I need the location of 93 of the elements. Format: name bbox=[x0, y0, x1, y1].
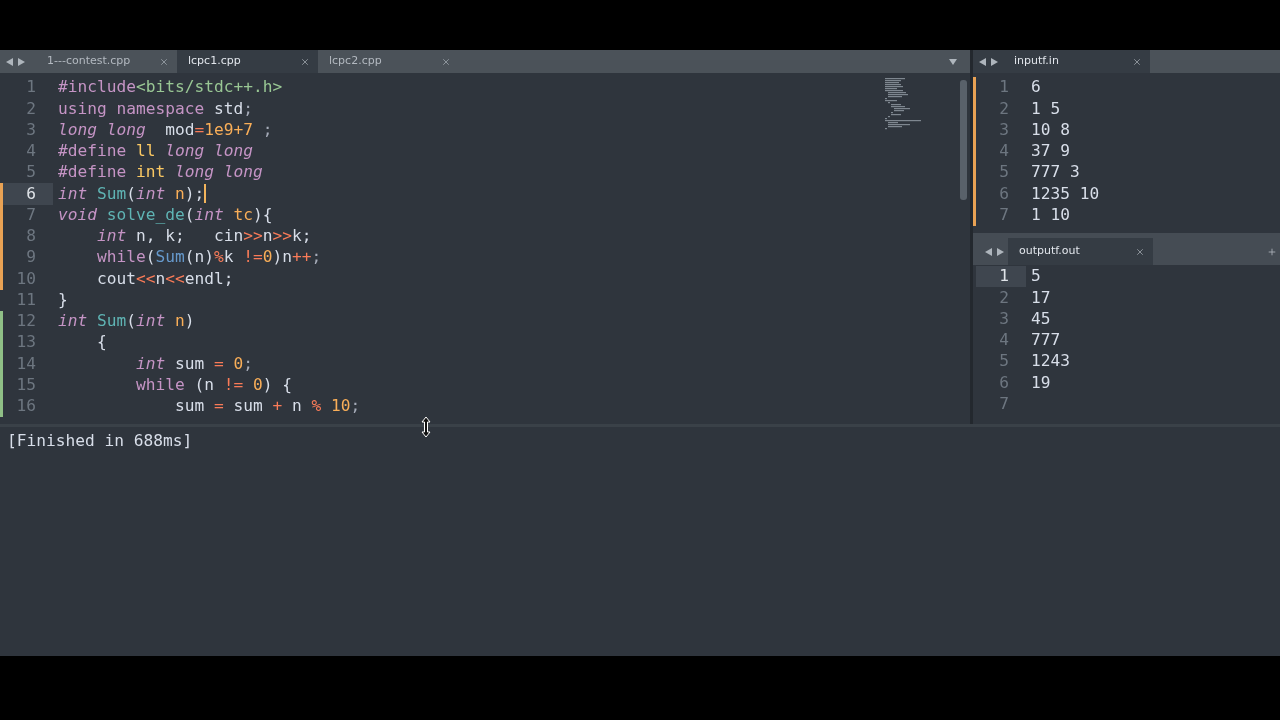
text-line: 5 bbox=[1031, 265, 1041, 288]
output-file-editor[interactable]: 1 2 3 4 5 6 7 5 17 45 777 1243 19 bbox=[973, 265, 1280, 424]
line-number: 13 bbox=[15, 332, 37, 354]
next-tab-button[interactable] bbox=[991, 57, 998, 66]
next-tab-button[interactable] bbox=[18, 57, 25, 66]
line-number: 15 bbox=[15, 374, 37, 396]
text-line: 777 3 bbox=[1031, 161, 1080, 184]
triangle-right-icon bbox=[991, 57, 998, 66]
line-number: 10 bbox=[15, 268, 37, 290]
line-number: 5 bbox=[998, 351, 1010, 373]
text-line: 45 bbox=[1031, 308, 1051, 330]
text-line: 19 bbox=[1031, 371, 1051, 394]
code-line: int n, k; cin>>n>>k; bbox=[96, 225, 312, 248]
line-number: 4 bbox=[998, 140, 1010, 162]
close-tab-button[interactable] bbox=[300, 56, 310, 67]
code-line: while (n != 0) { bbox=[135, 374, 292, 396]
editor-tab[interactable]: inputf.in bbox=[1003, 50, 1150, 73]
build-result-text: [Finished in 688ms] bbox=[7, 430, 193, 451]
previous-tab-button[interactable] bbox=[6, 57, 13, 66]
code-line: cout<<n<<endl; bbox=[96, 267, 234, 290]
text-line: 1 5 bbox=[1031, 97, 1061, 120]
line-number: 2 bbox=[998, 287, 1010, 309]
line-number: 3 bbox=[25, 119, 37, 141]
line-number: 11 bbox=[15, 289, 37, 311]
line-number: 1 bbox=[25, 77, 37, 99]
close-tab-button[interactable] bbox=[441, 56, 451, 67]
previous-tab-button[interactable] bbox=[985, 247, 992, 256]
line-number: 9 bbox=[25, 247, 37, 269]
close-tab-button[interactable] bbox=[1135, 246, 1145, 257]
text-line: 17 bbox=[1031, 286, 1051, 309]
line-number: 4 bbox=[998, 329, 1010, 351]
code-line: long long mod=1e9+7 ; bbox=[58, 119, 273, 141]
code-line: void solve_de(int tc){ bbox=[58, 204, 273, 226]
previous-tab-button[interactable] bbox=[979, 57, 986, 66]
line-number: 6 bbox=[998, 183, 1010, 205]
code-editor[interactable] bbox=[0, 73, 970, 424]
triangle-right-icon bbox=[18, 57, 25, 66]
editor-tab[interactable]: outputf.out bbox=[1008, 238, 1153, 265]
triangle-right-icon bbox=[997, 247, 1004, 256]
line-number: 5 bbox=[998, 162, 1010, 184]
text-line: 1 10 bbox=[1031, 204, 1070, 226]
close-icon bbox=[1132, 56, 1142, 67]
line-number: 1 bbox=[998, 77, 1010, 99]
text-line: 6 bbox=[1031, 76, 1041, 99]
line-number: 6 bbox=[998, 372, 1010, 394]
triangle-left-icon bbox=[6, 57, 13, 66]
code-line: int sum = 0; bbox=[135, 352, 253, 375]
line-number: 4 bbox=[25, 140, 37, 162]
code-line: int Sum(int n) bbox=[58, 310, 195, 333]
code-line: #include<bits/stdc++.h> bbox=[58, 76, 283, 99]
close-icon bbox=[300, 56, 310, 67]
caret-down-icon bbox=[949, 58, 957, 65]
line-number: 8 bbox=[25, 225, 37, 247]
line-number: 3 bbox=[998, 119, 1010, 141]
close-tab-button[interactable] bbox=[1132, 56, 1142, 67]
line-number: 7 bbox=[998, 204, 1010, 226]
code-line: while(Sum(n)%k !=0)n++; bbox=[96, 246, 322, 269]
code-line: int Sum(int n); bbox=[58, 182, 205, 205]
text-line: 10 8 bbox=[1031, 119, 1070, 141]
line-number: 1 bbox=[976, 266, 1026, 288]
minimap-drawing[interactable] bbox=[885, 78, 921, 130]
line-number: 7 bbox=[25, 204, 37, 226]
line-number: 12 bbox=[15, 310, 37, 332]
input-file-editor[interactable]: 1 2 3 4 5 6 7 6 1 5 10 8 37 9 777 3 1235 10 1 10 bbox=[973, 73, 1280, 233]
line-number: 6 bbox=[3, 183, 53, 205]
next-tab-button[interactable] bbox=[997, 247, 1004, 256]
close-icon bbox=[1135, 246, 1145, 257]
triangle-left-icon bbox=[979, 57, 986, 66]
code-line: { bbox=[96, 331, 107, 354]
line-number: 14 bbox=[15, 353, 37, 375]
line-number: 2 bbox=[998, 98, 1010, 120]
line-number: 5 bbox=[25, 162, 37, 184]
code-line: using namespace std; bbox=[58, 97, 253, 120]
code-line: } bbox=[58, 289, 68, 311]
close-icon bbox=[159, 56, 169, 67]
line-number: 16 bbox=[15, 395, 37, 417]
text-line: 1243 bbox=[1031, 350, 1070, 373]
line-number: 2 bbox=[25, 98, 37, 120]
text-line: 777 bbox=[1031, 329, 1061, 352]
code-line: #define int long long bbox=[58, 161, 263, 184]
code-line: sum = sum + n % 10; bbox=[174, 395, 361, 418]
close-tab-button[interactable] bbox=[159, 56, 169, 67]
code-line: #define ll long long bbox=[58, 140, 253, 163]
plus-icon bbox=[1267, 246, 1277, 257]
text-line: 37 9 bbox=[1031, 140, 1070, 163]
line-number: 3 bbox=[998, 308, 1010, 330]
editor-tab[interactable]: lcpc1.cpp bbox=[177, 50, 318, 73]
triangle-left-icon bbox=[985, 247, 992, 256]
text-line: 1235 10 bbox=[1031, 182, 1100, 205]
close-icon bbox=[441, 56, 451, 67]
resize-cursor-icon bbox=[421, 416, 431, 438]
scrollbar-thumb[interactable] bbox=[960, 80, 967, 200]
line-number: 7 bbox=[998, 393, 1010, 415]
